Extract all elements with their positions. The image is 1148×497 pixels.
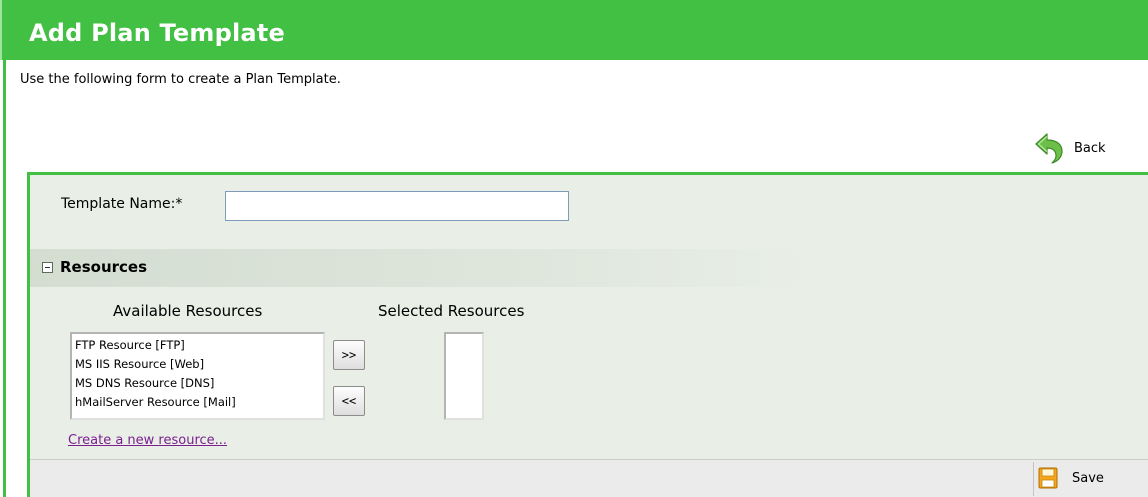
save-button[interactable]: Save	[1038, 465, 1104, 491]
back-button[interactable]: Back	[1034, 132, 1106, 164]
available-resources-label: Available Resources	[113, 302, 263, 320]
selected-resources-list[interactable]	[444, 332, 484, 420]
floppy-disk-icon	[1038, 467, 1058, 489]
save-label: Save	[1072, 470, 1104, 486]
selected-resources-label: Selected Resources	[378, 302, 525, 320]
list-item[interactable]: hMailServer Resource [Mail]	[75, 393, 320, 412]
list-item[interactable]: MS IIS Resource [Web]	[75, 355, 320, 374]
footer-divider	[1033, 462, 1034, 496]
remove-resource-button[interactable]: <<	[333, 386, 365, 416]
page-title: Add Plan Template	[29, 19, 285, 47]
back-label: Back	[1074, 140, 1106, 156]
add-resource-button[interactable]: >>	[333, 340, 365, 370]
left-accent-rule	[3, 60, 6, 497]
form-panel: Template Name:* Resources Available Reso…	[27, 172, 1148, 497]
form-footer: Save	[30, 459, 1148, 497]
resources-section-header[interactable]: Resources	[30, 249, 1148, 287]
template-name-input[interactable]	[225, 191, 569, 221]
available-resources-list[interactable]: FTP Resource [FTP] MS IIS Resource [Web]…	[70, 332, 325, 420]
list-item[interactable]: FTP Resource [FTP]	[75, 336, 320, 355]
page-description: Use the following form to create a Plan …	[20, 72, 341, 87]
template-name-label: Template Name:*	[61, 196, 183, 212]
collapse-toggle-icon[interactable]	[42, 262, 53, 273]
back-arrow-icon	[1035, 133, 1063, 164]
section-title: Resources	[60, 258, 148, 276]
list-item[interactable]: MS DNS Resource [DNS]	[75, 374, 320, 393]
page-header: Add Plan Template	[0, 0, 1148, 60]
create-resource-link[interactable]: Create a new resource...	[68, 433, 227, 448]
